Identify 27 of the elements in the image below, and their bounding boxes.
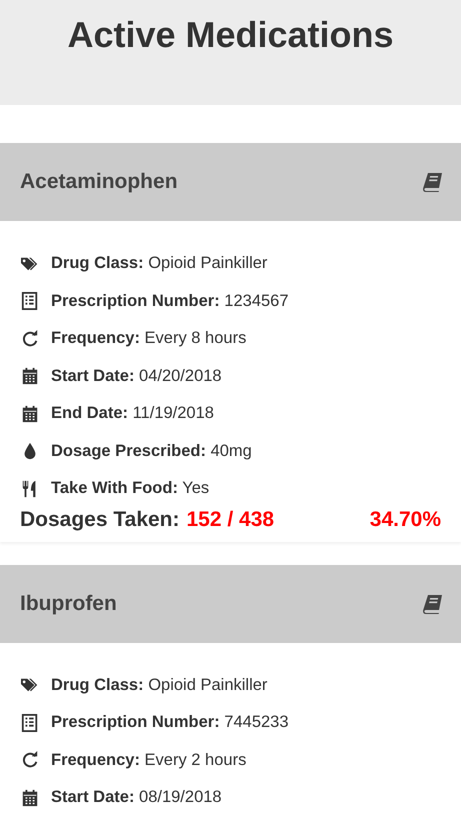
field-text: Start Date: 04/20/2018 (51, 366, 222, 386)
medication-name: Ibuprofen (20, 592, 117, 616)
field-text: Dosage Prescribed: 40mg (51, 442, 252, 461)
calendar-icon (20, 404, 40, 423)
medication-name: Acetaminophen (20, 170, 178, 194)
field-text: Drug Class: Opioid Painkiller (51, 254, 268, 274)
field-text: Prescription Number: 1234567 (51, 292, 289, 311)
dosages-percent: 34.70% (370, 508, 441, 532)
dosages-label: Dosages Taken: (20, 508, 180, 532)
refresh-icon (20, 330, 40, 348)
field-text: Drug Class: Opioid Painkiller (51, 676, 268, 695)
calendar-icon (20, 367, 40, 386)
field-text: Start Date: 08/19/2018 (51, 788, 222, 808)
list-icon (20, 292, 40, 310)
refresh-icon (20, 751, 40, 770)
field-text: Prescription Number: 7445233 (51, 713, 289, 732)
book-icon[interactable] (423, 594, 443, 614)
dosages-count: 152 / 438 (186, 508, 274, 532)
calendar-icon (20, 788, 40, 807)
page-title: Active Medications (67, 14, 394, 57)
tag-icon (20, 254, 40, 273)
field-text: Take With Food: Yes (51, 479, 210, 498)
book-icon[interactable] (423, 172, 443, 192)
field-text: Frequency: Every 8 hours (51, 329, 246, 348)
field-text: Frequency: Every 2 hours (51, 750, 246, 770)
list-icon (20, 714, 40, 732)
field-text: End Date: 11/19/2018 (51, 404, 214, 424)
